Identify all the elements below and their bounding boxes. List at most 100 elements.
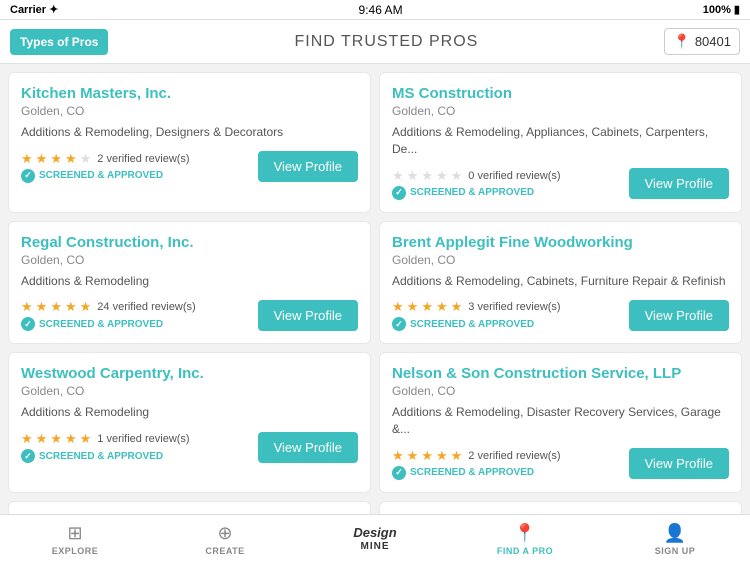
check-icon: ✓ bbox=[392, 317, 406, 331]
star-2: ★ bbox=[407, 168, 419, 184]
star-1: ★ bbox=[21, 431, 33, 447]
pro-location: Golden, CO bbox=[392, 384, 729, 398]
pros-grid: Kitchen Masters, Inc. Golden, CO Additio… bbox=[8, 72, 742, 514]
pro-name: MS Construction bbox=[392, 85, 729, 102]
screened-row: ✓ SCREENED & APPROVED bbox=[392, 317, 561, 331]
pro-location: Golden, CO bbox=[21, 104, 358, 118]
screened-label: SCREENED & APPROVED bbox=[410, 467, 534, 478]
rating-section: ★★★★★ 1 verified review(s) ✓ SCREENED & … bbox=[21, 431, 190, 463]
pro-services: Additions & Remodeling, Cabinets, Furnit… bbox=[392, 273, 729, 290]
nav-sign-up[interactable]: 👤 SIGN UP bbox=[600, 523, 750, 556]
view-profile-button[interactable]: View Profile bbox=[629, 168, 729, 199]
view-profile-button[interactable]: View Profile bbox=[258, 432, 358, 463]
star-1: ★ bbox=[21, 299, 33, 315]
pro-footer: ★★★★★ 1 verified review(s) ✓ SCREENED & … bbox=[21, 431, 358, 463]
carrier-label: Carrier ✦ bbox=[10, 3, 58, 16]
screened-label: SCREENED & APPROVED bbox=[410, 187, 534, 198]
page-title: FIND TRUSTED PROS bbox=[295, 33, 479, 51]
location-icon: 📍 bbox=[673, 33, 690, 50]
nav-explore[interactable]: ⊞ EXPLORE bbox=[0, 523, 150, 556]
screened-row: ✓ SCREENED & APPROVED bbox=[392, 466, 561, 480]
star-1: ★ bbox=[392, 168, 404, 184]
view-profile-button[interactable]: View Profile bbox=[629, 448, 729, 479]
screened-row: ✓ SCREENED & APPROVED bbox=[392, 186, 561, 200]
location-value: 80401 bbox=[695, 34, 731, 49]
review-count: 2 verified review(s) bbox=[97, 153, 189, 165]
star-5: ★ bbox=[451, 299, 463, 315]
pro-card: Blue Creek Contracting, LLC Golden, CO bbox=[379, 501, 742, 514]
check-icon: ✓ bbox=[392, 466, 406, 480]
stars-row: ★★★★★ 2 verified review(s) bbox=[21, 151, 190, 167]
rating-section: ★★★★★ 2 verified review(s) ✓ SCREENED & … bbox=[21, 151, 190, 183]
battery-label: 100% ▮ bbox=[703, 3, 740, 16]
review-count: 1 verified review(s) bbox=[97, 433, 189, 445]
pro-services: Additions & Remodeling, Appliances, Cabi… bbox=[392, 124, 729, 158]
pro-footer: ★★★★★ 2 verified review(s) ✓ SCREENED & … bbox=[21, 151, 358, 183]
pro-footer: ★★★★★ 24 verified review(s) ✓ SCREENED &… bbox=[21, 299, 358, 331]
star-2: ★ bbox=[36, 151, 48, 167]
pro-location: Golden, CO bbox=[392, 104, 729, 118]
star-1: ★ bbox=[392, 448, 404, 464]
check-icon: ✓ bbox=[392, 186, 406, 200]
pro-name: Nelson & Son Construction Service, LLP bbox=[392, 365, 729, 382]
pro-location: Golden, CO bbox=[21, 384, 358, 398]
check-icon: ✓ bbox=[21, 449, 35, 463]
star-2: ★ bbox=[36, 431, 48, 447]
star-3: ★ bbox=[421, 448, 433, 464]
review-count: 3 verified review(s) bbox=[468, 301, 560, 313]
review-count: 24 verified review(s) bbox=[97, 301, 195, 313]
review-count: 0 verified review(s) bbox=[468, 170, 560, 182]
nav-create[interactable]: ⊕ CREATE bbox=[150, 523, 300, 556]
pro-name: Kitchen Masters, Inc. bbox=[21, 85, 358, 102]
pro-location: Golden, CO bbox=[21, 253, 358, 267]
star-3: ★ bbox=[421, 299, 433, 315]
pro-services: Additions & Remodeling, Disaster Recover… bbox=[392, 404, 729, 438]
star-5: ★ bbox=[80, 299, 92, 315]
view-profile-button[interactable]: View Profile bbox=[258, 300, 358, 331]
screened-label: SCREENED & APPROVED bbox=[410, 319, 534, 330]
screened-label: SCREENED & APPROVED bbox=[39, 451, 163, 462]
check-icon: ✓ bbox=[21, 317, 35, 331]
pro-footer: ★★★★★ 2 verified review(s) ✓ SCREENED & … bbox=[392, 448, 729, 480]
nav-design-mine[interactable]: Design MINE bbox=[300, 526, 450, 551]
location-search[interactable]: 📍 80401 bbox=[664, 28, 740, 55]
pro-footer: ★★★★★ 0 verified review(s) ✓ SCREENED & … bbox=[392, 168, 729, 200]
top-nav: Types of Pros FIND TRUSTED PROS 📍 80401 bbox=[0, 20, 750, 64]
pro-card: Nelson & Son Construction Service, LLP G… bbox=[379, 352, 742, 493]
screened-label: SCREENED & APPROVED bbox=[39, 170, 163, 181]
screened-row: ✓ SCREENED & APPROVED bbox=[21, 317, 196, 331]
design-mine-logo: Design MINE bbox=[353, 526, 396, 551]
types-of-pros-button[interactable]: Types of Pros bbox=[10, 29, 108, 55]
pro-location: Golden, CO bbox=[392, 253, 729, 267]
create-icon: ⊕ bbox=[217, 523, 232, 544]
star-5: ★ bbox=[80, 151, 92, 167]
stars-row: ★★★★★ 0 verified review(s) bbox=[392, 168, 561, 184]
stars-row: ★★★★★ 1 verified review(s) bbox=[21, 431, 190, 447]
star-3: ★ bbox=[50, 431, 62, 447]
view-profile-button[interactable]: View Profile bbox=[258, 151, 358, 182]
star-4: ★ bbox=[436, 168, 448, 184]
star-2: ★ bbox=[36, 299, 48, 315]
main-content: Kitchen Masters, Inc. Golden, CO Additio… bbox=[0, 64, 750, 514]
pro-name: Brent Applegit Fine Woodworking bbox=[392, 234, 729, 251]
star-2: ★ bbox=[407, 448, 419, 464]
star-4: ★ bbox=[436, 448, 448, 464]
rating-section: ★★★★★ 0 verified review(s) ✓ SCREENED & … bbox=[392, 168, 561, 200]
nav-find-pro[interactable]: 📍 FIND A PRO bbox=[450, 523, 600, 556]
find-pro-icon: 📍 bbox=[514, 523, 536, 544]
rating-section: ★★★★★ 2 verified review(s) ✓ SCREENED & … bbox=[392, 448, 561, 480]
status-bar: Carrier ✦ 9:46 AM 100% ▮ bbox=[0, 0, 750, 20]
stars-row: ★★★★★ 24 verified review(s) bbox=[21, 299, 196, 315]
pro-card: Kitchen Masters, Inc. Golden, CO Additio… bbox=[8, 72, 371, 213]
pro-services: Additions & Remodeling bbox=[21, 404, 358, 421]
pro-footer: ★★★★★ 3 verified review(s) ✓ SCREENED & … bbox=[392, 299, 729, 331]
rating-section: ★★★★★ 3 verified review(s) ✓ SCREENED & … bbox=[392, 299, 561, 331]
pro-name: Regal Construction, Inc. bbox=[21, 234, 358, 251]
pro-card: Westwood Carpentry, Inc. Golden, CO Addi… bbox=[8, 352, 371, 493]
star-3: ★ bbox=[421, 168, 433, 184]
screened-label: SCREENED & APPROVED bbox=[39, 319, 163, 330]
view-profile-button[interactable]: View Profile bbox=[629, 300, 729, 331]
star-4: ★ bbox=[65, 299, 77, 315]
star-1: ★ bbox=[21, 151, 33, 167]
star-4: ★ bbox=[65, 431, 77, 447]
